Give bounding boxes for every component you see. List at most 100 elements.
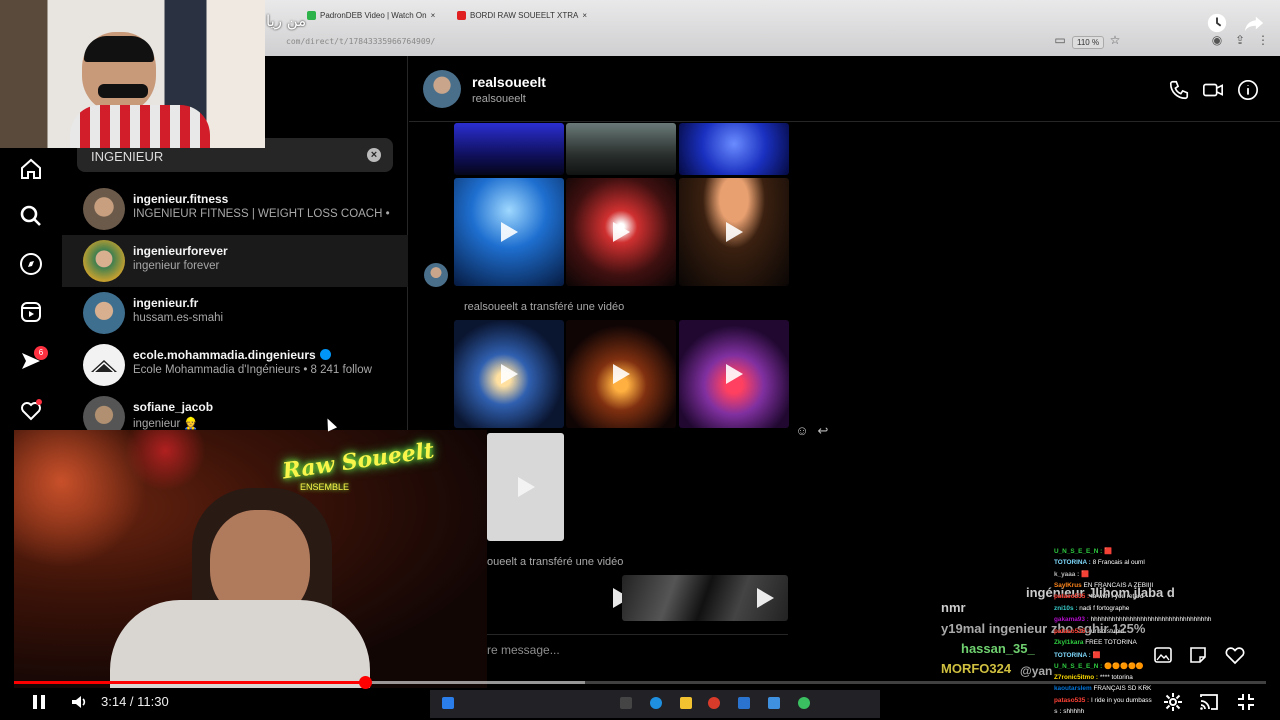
video-thumbnail[interactable]: [566, 178, 676, 286]
emoji-react-icon[interactable]: ☺: [795, 424, 809, 438]
address-bar[interactable]: com/direct/t/17843335966764909/: [286, 37, 435, 46]
result-subtitle: INGENIEUR FITNESS | WEIGHT LOSS COACH • …: [133, 208, 393, 220]
chat-username: zni10s :: [1054, 604, 1078, 612]
tab-close-icon[interactable]: ×: [431, 11, 436, 20]
verified-badge-icon: [319, 349, 331, 360]
video-thumbnail[interactable]: [454, 178, 564, 286]
video-thumbnail[interactable]: [454, 320, 564, 428]
notifications-heart-icon[interactable]: [19, 398, 43, 422]
watch-later-icon[interactable]: [1205, 12, 1229, 36]
chat-message: kaoutarslem FRANÇAIS SD KRK: [1054, 685, 1151, 692]
chat-contact-username: realsoueelt: [472, 93, 526, 105]
search-result[interactable]: ingenieurforever ingenieur forever: [62, 235, 408, 287]
tab-favicon-icon: [457, 10, 466, 20]
app-icon: [798, 697, 810, 709]
chat-text: ur so stupid: [1090, 627, 1124, 635]
video-thumbnail-loading[interactable]: [487, 433, 564, 541]
info-icon[interactable]: [1237, 79, 1259, 101]
search-result[interactable]: ingenieur.fitness INGENIEUR FITNESS | WE…: [62, 183, 408, 235]
sunglasses-icon: [98, 84, 148, 98]
cast-button[interactable]: [1198, 692, 1220, 712]
play-icon: [501, 364, 518, 384]
avatar: [83, 292, 125, 334]
avatar: [83, 240, 125, 282]
phone-call-icon[interactable]: [1168, 79, 1190, 101]
chat-username: k_yaaa :: [1054, 571, 1080, 578]
pause-icon: [33, 695, 45, 709]
exit-fullscreen-button[interactable]: [1235, 692, 1257, 712]
avatar: [83, 188, 125, 230]
chat-username: pataso535 :: [1054, 593, 1090, 600]
avatar[interactable]: [423, 70, 461, 108]
chat-username: s :: [1054, 708, 1062, 715]
volume-button[interactable]: [68, 692, 90, 712]
settings-button[interactable]: [1162, 692, 1184, 712]
explore-icon[interactable]: [19, 252, 43, 276]
chat-text: 🟥: [1092, 651, 1101, 659]
play-icon: [613, 222, 630, 242]
edge-icon: [650, 697, 662, 709]
media-thumbnail[interactable]: [566, 123, 676, 175]
chat-text: EN FRANCAIS A ZEBIIII: [1083, 581, 1154, 589]
webcam-overlay-guest: [0, 0, 265, 148]
store-icon: [738, 697, 750, 709]
search-result[interactable]: ingenieur.fr hussam.es-smahi: [62, 287, 408, 339]
message-input[interactable]: re message...: [487, 643, 560, 657]
chat-message: pataso535 : ur so stupid: [1054, 628, 1124, 635]
sticker-icon[interactable]: [1188, 645, 1208, 665]
reply-icon[interactable]: ↩: [816, 424, 830, 438]
chat-contact-name[interactable]: realsoueelt: [472, 74, 546, 90]
search-result[interactable]: sofiane_jacob ingenieur 👷: [62, 391, 408, 430]
chat-text: shhhhh: [1063, 708, 1085, 715]
browser-tab-1[interactable]: PadronDEB Video | Watch On ×: [307, 8, 435, 22]
reels-icon[interactable]: [19, 300, 43, 324]
divider: [487, 634, 788, 635]
home-icon[interactable]: [19, 157, 43, 181]
progress-scrubber[interactable]: [358, 676, 372, 689]
screenshot-icon[interactable]: ▭: [1053, 33, 1067, 47]
chat-username: U_N_S_E_E_N :: [1054, 548, 1103, 555]
chat-message: U_N_S_E_E_N : 🟥: [1054, 547, 1112, 555]
chat-message: k_yaaa : 🟥: [1054, 570, 1089, 578]
result-username: ingenieur.fitness: [133, 192, 229, 206]
chat-username-large: hassan_35_: [961, 641, 1035, 656]
clear-search-icon[interactable]: ×: [367, 148, 381, 162]
video-call-icon[interactable]: [1202, 79, 1224, 101]
jersey: [70, 105, 210, 148]
like-heart-icon[interactable]: [1224, 645, 1246, 665]
notification-badge: 6: [34, 346, 48, 360]
avatar: [83, 396, 125, 430]
video-thumbnail[interactable]: [679, 178, 789, 286]
browser-tab-2[interactable]: BORDI RAW SOUEELT XTRA ×: [457, 8, 587, 22]
zoom-level[interactable]: 110 %: [1072, 36, 1105, 49]
media-thumbnail[interactable]: [679, 123, 789, 175]
avatar: [83, 344, 125, 386]
chat-username: TOTORINA :: [1054, 558, 1091, 566]
search-result[interactable]: ecole.mohammadia.dingenieurs Ecole Moham…: [62, 339, 408, 391]
chat-message: zni10s : nadi f fortographe: [1054, 605, 1129, 612]
play-icon: [726, 222, 743, 242]
chat-message: Zkyl1kara FREE TOTORINA: [1054, 639, 1137, 646]
chat-header: realsoueelt realsoueelt: [409, 56, 1280, 122]
chat-text: 🟠🟠🟠🟠🟠: [1104, 663, 1144, 670]
video-thumbnail[interactable]: [566, 320, 676, 428]
star-icon[interactable]: ☆: [1108, 33, 1122, 47]
webcam-overlay-streamer: [14, 430, 487, 688]
result-subtitle: ingenieur 👷: [133, 418, 198, 430]
video-thumbnail[interactable]: [679, 320, 789, 428]
pause-button[interactable]: [28, 692, 50, 712]
video-title: من ريا: [266, 12, 307, 30]
search-input-value[interactable]: INGENIEUR: [91, 149, 163, 164]
image-icon[interactable]: [1153, 645, 1173, 665]
tab-close-icon[interactable]: ×: [582, 11, 587, 20]
chat-text: ta with I you retard: [1090, 593, 1144, 600]
search-icon[interactable]: [19, 204, 43, 228]
media-thumbnail[interactable]: [454, 123, 564, 175]
video-thumbnail[interactable]: [622, 575, 788, 621]
chat-text: I ride in you dumbass: [1090, 696, 1152, 704]
play-icon: [726, 364, 743, 384]
chat-text: FREE TOTORINA: [1085, 639, 1137, 646]
windows-start-icon: [442, 697, 454, 709]
instagram-sidebar: [0, 148, 62, 430]
share-icon[interactable]: [1242, 12, 1266, 36]
